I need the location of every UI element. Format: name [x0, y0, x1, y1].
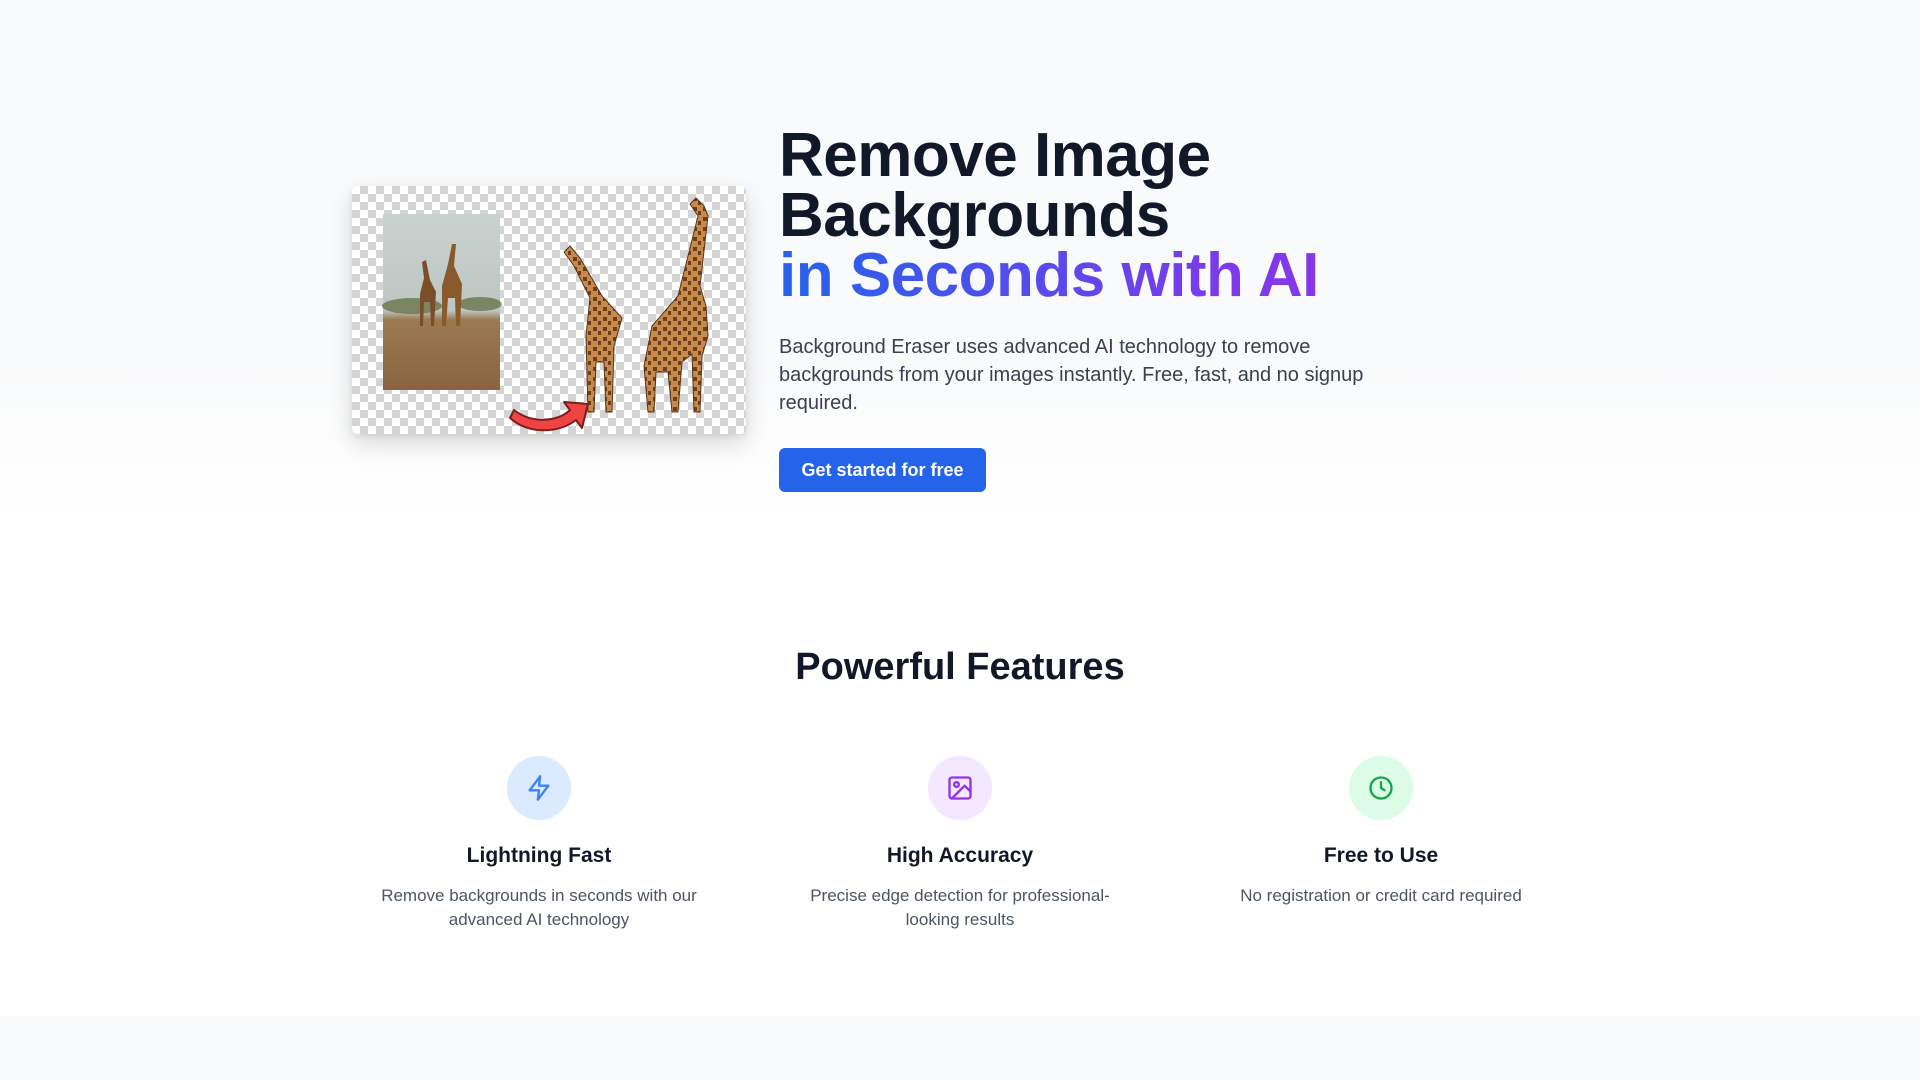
- feature-icon-circle: [928, 756, 992, 820]
- clock-icon: [1369, 776, 1393, 800]
- hero-title-line-1: Remove Image: [779, 121, 1211, 190]
- feature-title: High Accuracy: [886, 844, 1034, 867]
- feature-free-to-use: Free to Use No registration or credit ca…: [1191, 756, 1571, 908]
- feature-description: Remove backgrounds in seconds with our a…: [381, 886, 697, 929]
- hero-description: Background Eraser uses advanced AI techn…: [779, 336, 1364, 414]
- get-started-button[interactable]: Get started for free: [779, 448, 986, 492]
- image-icon: [948, 776, 972, 800]
- giraffe-illustration: [382, 197, 709, 432]
- feature-icon-circle: [1349, 756, 1413, 820]
- hero-before-after-image: [352, 186, 746, 434]
- features-title: Powerful Features: [795, 646, 1125, 688]
- arrow-icon: [509, 401, 589, 432]
- hero-title-line-2: Backgrounds: [779, 181, 1170, 250]
- footer-band: [0, 1016, 1920, 1080]
- lightning-icon: [528, 775, 550, 801]
- feature-description: No registration or credit card required: [1240, 886, 1522, 905]
- feature-high-accuracy: High Accuracy Precise edge detection for…: [770, 756, 1150, 932]
- feature-title: Lightning Fast: [466, 844, 612, 867]
- original-photo-thumbnail: [382, 214, 502, 390]
- feature-title: Free to Use: [1323, 844, 1439, 867]
- hero-section: Remove Image Backgrounds in Seconds with…: [0, 0, 1920, 520]
- feature-lightning-fast: Lightning Fast Remove backgrounds in sec…: [349, 756, 729, 932]
- hero-title: Remove Image Backgrounds in Seconds with…: [779, 121, 1419, 307]
- cutout-giraffes: [563, 197, 709, 413]
- feature-icon-circle: [507, 756, 571, 820]
- feature-description: Precise edge detection for professional-…: [810, 886, 1110, 929]
- hero-title-highlight: in Seconds with AI: [779, 245, 1419, 307]
